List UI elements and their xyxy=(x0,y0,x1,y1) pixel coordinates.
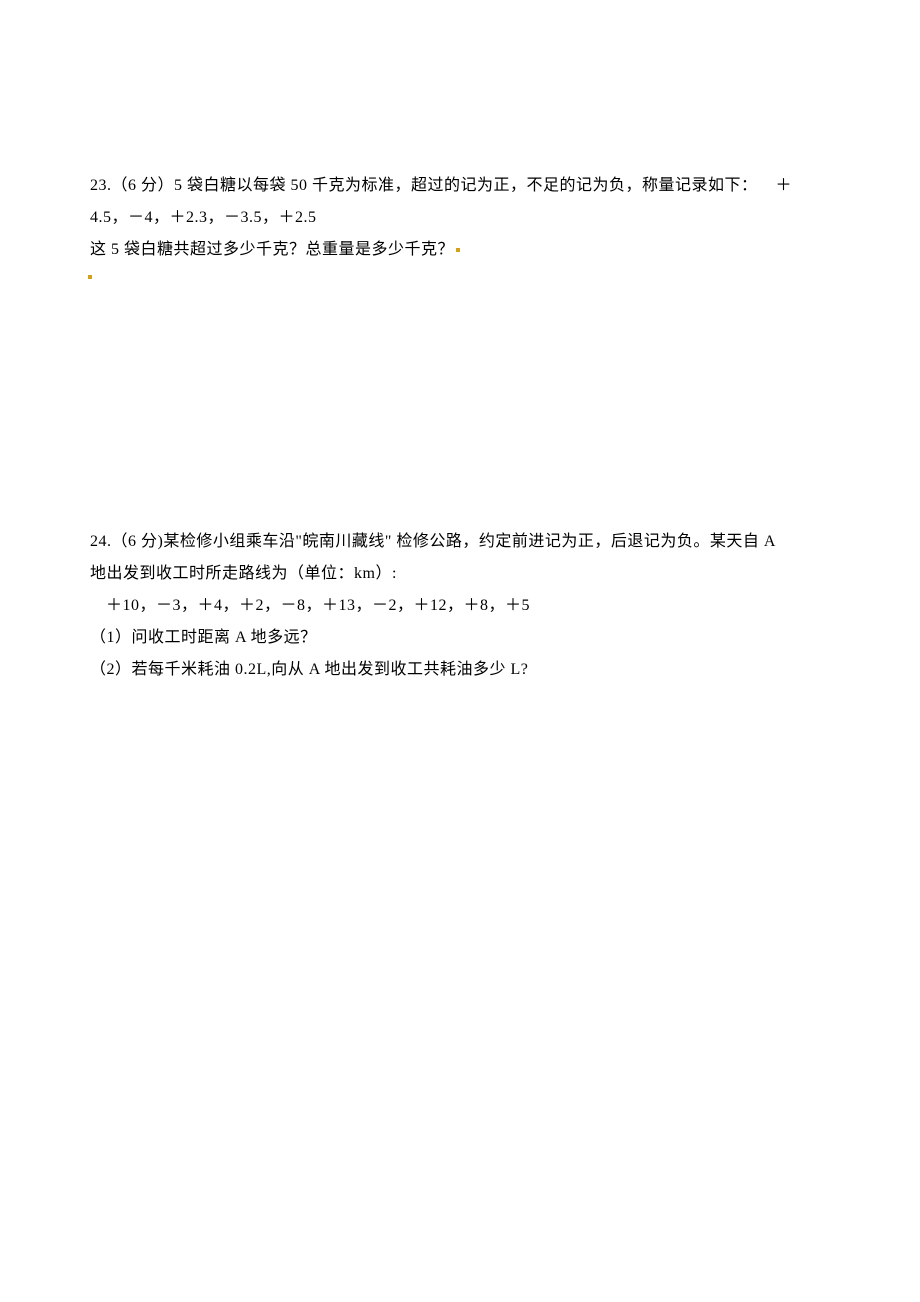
problem-23-number: 23. xyxy=(90,177,112,194)
problem-23-points: （6 分） xyxy=(112,177,175,194)
problem-24-data-line: ＋10，－3，＋4，＋2，－8，＋13，－2，＋12，＋8，＋5 xyxy=(90,590,830,622)
problem-24-sub-2: （2）若每千米耗油 0.2L,向从 A 地出发到收工共耗油多少 L? xyxy=(90,654,830,686)
problem-24: 24.（6 分)某检修小组乘车沿"皖南川藏线" 检修公路，约定前进记为正，后退记… xyxy=(90,526,830,686)
problem-24-data: ＋10，－3，＋4，＋2，－8，＋13，－2，＋12，＋8，＋5 xyxy=(106,597,530,614)
annotation-marker-icon xyxy=(456,248,460,252)
problem-24-points: （6 分) xyxy=(112,533,164,550)
annotation-mark-icon xyxy=(88,275,92,279)
problem-23-text-1b: ＋ xyxy=(776,177,793,194)
problem-24-sub-1-text: （1）问收工时距离 A 地多远？ xyxy=(90,629,317,646)
problem-24-text-1: 某检修小组乘车沿"皖南川藏线" 检修公路，约定前进记为正，后退记为负。某天自 A xyxy=(163,533,776,550)
problem-23-text-2: 4.5，－4，＋2.3，－3.5，＋2.5 xyxy=(90,209,317,226)
problem-24-line-1: 24.（6 分)某检修小组乘车沿"皖南川藏线" 检修公路，约定前进记为正，后退记… xyxy=(90,526,830,558)
problem-23-text-3: 这 5 袋白糖共超过多少千克？总重量是多少千克？ xyxy=(90,241,454,258)
problem-23: 23.（6 分）5 袋白糖以每袋 50 千克为标准，超过的记为正，不足的记为负，… xyxy=(90,170,830,266)
problem-23-text-1a: 5 袋白糖以每袋 50 千克为标准，超过的记为正，不足的记为负，称量记录如下： xyxy=(174,177,758,194)
problem-24-sub-1: （1）问收工时距离 A 地多远？ xyxy=(90,622,830,654)
problem-23-line-3: 这 5 袋白糖共超过多少千克？总重量是多少千克？ xyxy=(90,234,830,266)
problem-24-line-2: 地出发到收工时所走路线为（单位：km）: xyxy=(90,558,830,590)
problem-24-sub-2-text: （2）若每千米耗油 0.2L,向从 A 地出发到收工共耗油多少 L? xyxy=(90,661,528,678)
problem-23-line-1: 23.（6 分）5 袋白糖以每袋 50 千克为标准，超过的记为正，不足的记为负，… xyxy=(90,170,830,202)
problem-24-text-2: 地出发到收工时所走路线为（单位：km）: xyxy=(90,565,397,582)
problem-24-number: 24. xyxy=(90,533,112,550)
problem-23-line-2: 4.5，－4，＋2.3，－3.5，＋2.5 xyxy=(90,202,830,234)
